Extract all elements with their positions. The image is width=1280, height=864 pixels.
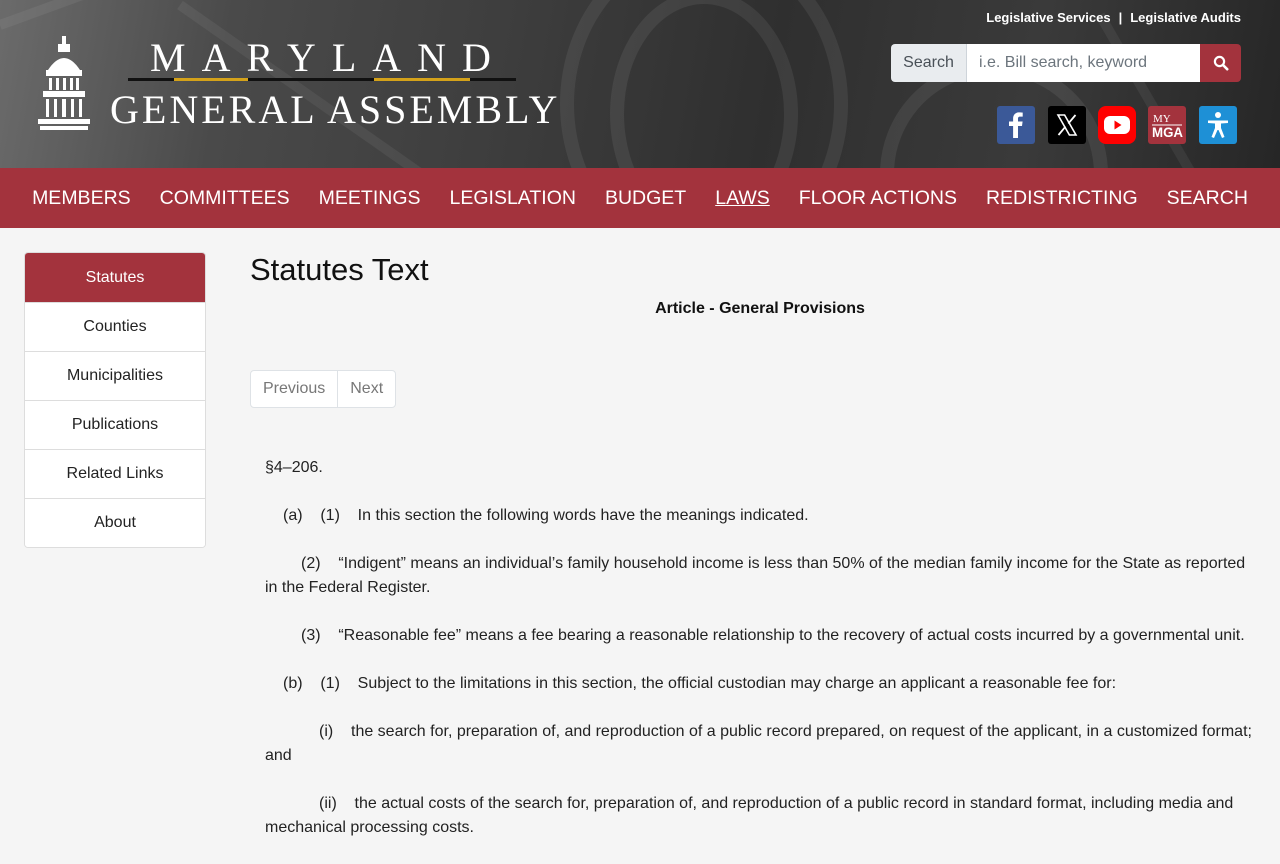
next-button[interactable]: Next — [337, 371, 395, 407]
x-twitter-link[interactable] — [1048, 106, 1086, 144]
home-logo-link[interactable]: MARYLAND GENERAL ASSEMBLY — [0, 0, 560, 150]
nav-legislation[interactable]: LEGISLATION — [435, 187, 590, 210]
sidebar-item-counties[interactable]: Counties — [25, 302, 205, 351]
sidebar-item-publications[interactable]: Publications — [25, 400, 205, 449]
nav-meetings[interactable]: MEETINGS — [304, 187, 435, 210]
svg-text:MGA: MGA — [1152, 124, 1183, 140]
search-button[interactable] — [1200, 44, 1241, 82]
statute-paragraph: (3) “Reasonable fee” means a fee bearing… — [301, 627, 1245, 644]
capitol-dome-icon — [38, 36, 90, 130]
nav-members[interactable]: MEMBERS — [18, 187, 146, 210]
statute-paragraph: (2) “Indigent” means an individual’s fam… — [265, 555, 1246, 596]
main-navigation: MEMBERS COMMITTEES MEETINGS LEGISLATION … — [0, 168, 1280, 228]
accessibility-icon — [1208, 112, 1228, 138]
nav-committees[interactable]: COMMITTEES — [145, 187, 304, 210]
sidebar-item-about[interactable]: About — [25, 498, 205, 547]
sidebar-item-municipalities[interactable]: Municipalities — [25, 351, 205, 400]
statute-text: §4–206. (a) (1) In this section the foll… — [265, 456, 1255, 864]
sidebar-item-related-links[interactable]: Related Links — [25, 449, 205, 498]
site-header: MARYLAND GENERAL ASSEMBLY Legislative Se… — [0, 0, 1280, 168]
logo-divider — [128, 78, 516, 81]
statute-paragraph: (ii) the actual costs of the search for,… — [265, 795, 1234, 836]
youtube-link[interactable] — [1098, 106, 1136, 144]
statute-paragraph: (b) (1) Subject to the limitations in th… — [283, 675, 1117, 692]
nav-laws[interactable]: LAWS — [701, 187, 785, 210]
mymga-link[interactable]: MY MGA — [1148, 106, 1186, 144]
legislative-services-link[interactable]: Legislative Services — [986, 10, 1110, 25]
nav-redistricting[interactable]: REDISTRICTING — [971, 187, 1152, 210]
facebook-link[interactable] — [997, 106, 1035, 144]
nav-search[interactable]: SEARCH — [1152, 187, 1262, 210]
previous-button[interactable]: Previous — [251, 371, 337, 407]
search-input[interactable] — [967, 44, 1200, 82]
nav-floor-actions[interactable]: FLOOR ACTIONS — [784, 187, 971, 210]
logo-text-general-assembly: GENERAL ASSEMBLY — [110, 87, 561, 132]
legislative-audits-link[interactable]: Legislative Audits — [1130, 10, 1241, 25]
mymga-icon: MY MGA — [1152, 113, 1183, 140]
search-label: Search — [891, 44, 967, 82]
logo-text-maryland: MARYLAND — [150, 35, 507, 80]
search-form: Search — [891, 44, 1241, 82]
article-title: Article - General Provisions — [655, 300, 865, 317]
statute-paragraph: (i) the search for, preparation of, and … — [265, 723, 1252, 764]
nav-budget[interactable]: BUDGET — [590, 187, 700, 210]
youtube-icon — [1104, 116, 1130, 134]
accessibility-link[interactable] — [1199, 106, 1237, 144]
utility-links: Legislative Services | Legislative Audits — [986, 10, 1241, 25]
link-separator: | — [1118, 10, 1123, 25]
sidebar-item-statutes[interactable]: Statutes — [25, 253, 205, 302]
page-title: Statutes Text — [250, 252, 429, 287]
facebook-icon — [1009, 112, 1023, 138]
background-rib — [1095, 12, 1235, 168]
background-arch — [610, 0, 798, 168]
statute-paragraph: (a) (1) In this section the following wo… — [283, 507, 809, 524]
laws-sidebar: Statutes Counties Municipalities Publica… — [24, 252, 206, 548]
section-number: §4–206. — [265, 459, 323, 476]
x-twitter-icon — [1056, 114, 1078, 136]
search-icon — [1213, 55, 1228, 71]
statute-pager: Previous Next — [250, 370, 397, 408]
